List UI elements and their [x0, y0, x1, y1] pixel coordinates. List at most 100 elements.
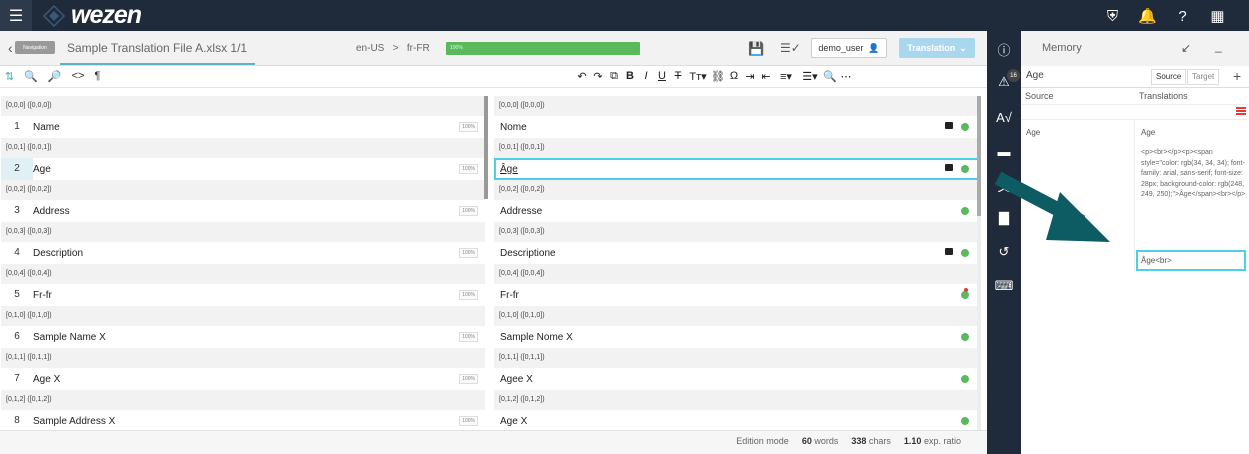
source-segment-row[interactable]: 4 Description 100% — [1, 242, 485, 264]
font-size-icon[interactable]: Tт▾ — [686, 70, 710, 83]
strike-icon[interactable]: T — [670, 70, 686, 83]
more-icon[interactable]: ⋯ — [838, 70, 854, 83]
source-segment-row[interactable]: 3 Address 100% — [1, 200, 485, 222]
target-segment-row[interactable]: Fr-fr — [494, 284, 979, 306]
align-icon[interactable]: ☰▾ — [798, 70, 822, 83]
user-button[interactable]: demo_user 👤 — [811, 38, 887, 58]
code-icon[interactable]: <> — [72, 70, 85, 83]
target-segment-row[interactable]: Âge — [494, 158, 979, 180]
target-segment-row[interactable]: Sample Nome X — [494, 326, 979, 348]
zoom-out-icon[interactable]: 🔎 — [48, 70, 62, 83]
bold-icon[interactable]: B — [622, 70, 638, 83]
target-segment-row[interactable]: Age X — [494, 410, 979, 430]
target-segment-ref: [0,0,0] ([0,0,0]) — [494, 96, 979, 116]
translation-mode-button[interactable]: Translation ⌄ — [899, 38, 975, 58]
italic-icon[interactable]: I — [638, 70, 654, 83]
segment-number: 6 — [14, 331, 20, 342]
target-segment-row[interactable]: Descriptione — [494, 242, 979, 264]
target-lang: fr-FR — [406, 43, 430, 54]
info-icon[interactable]: ⓘ — [996, 41, 1012, 58]
target-text[interactable]: Sample Nome X — [494, 332, 573, 343]
memory-entry-source: Age — [1026, 128, 1041, 137]
source-segment-row[interactable]: 2 Age 100% — [1, 158, 485, 180]
checklist-icon[interactable]: ☰✓ — [780, 41, 801, 55]
zoom-in-icon[interactable]: 🔍 — [24, 70, 38, 83]
hamburger-icon[interactable]: ☰ — [0, 0, 32, 31]
language-pair: en-US > fr-FR — [356, 43, 430, 54]
target-scrollbar-thumb[interactable] — [977, 96, 981, 216]
status-dot-icon — [961, 333, 969, 341]
match-percent-badge: 100% — [459, 122, 478, 132]
source-segment-row[interactable]: 5 Fr-fr 100% — [1, 284, 485, 306]
help-icon[interactable]: ? — [1165, 6, 1200, 26]
status-dot-icon — [961, 375, 969, 383]
segment-number: 8 — [14, 415, 20, 426]
source-segment-row[interactable]: 8 Sample Address X 100% — [1, 410, 485, 430]
source-scrollbar[interactable] — [484, 96, 488, 199]
target-text[interactable]: Nome — [494, 122, 527, 133]
target-segment-row[interactable]: Agee X — [494, 368, 979, 390]
glossary-icon[interactable]: ▬ — [996, 143, 1012, 159]
save-icon[interactable]: 💾 — [748, 41, 764, 57]
navigation-tag[interactable]: Navigation — [15, 41, 55, 54]
target-text[interactable]: Addresse — [494, 206, 542, 217]
indent-icon[interactable]: ⇥ — [742, 70, 758, 83]
target-text[interactable]: Fr-fr — [494, 290, 519, 301]
target-segment-row[interactable]: Nome — [494, 116, 979, 138]
memory-search: Age Source Target + — [1021, 66, 1249, 88]
source-text: Age — [33, 163, 51, 175]
target-segment-ref: [0,0,4] ([0,0,4]) — [494, 264, 979, 284]
arrows-icon[interactable]: ⇅ — [5, 70, 14, 83]
file-title[interactable]: Sample Translation File A.xlsx 1/1 — [67, 41, 247, 55]
target-text[interactable]: Agee X — [494, 374, 533, 385]
translation-mode-label: Translation — [907, 43, 956, 53]
outdent-icon[interactable]: ⇤ — [758, 70, 774, 83]
minimize-icon[interactable]: _ — [1215, 39, 1222, 53]
list-icon[interactable]: ≡▾ — [774, 70, 798, 83]
target-text[interactable]: Age X — [494, 416, 527, 427]
memory-entry-target: Age <p><br></p><p><span style="color: rg… — [1141, 128, 1246, 248]
target-segment-row[interactable]: Addresse — [494, 200, 979, 222]
comment-icon[interactable] — [945, 164, 953, 171]
memory-edit-field[interactable]: Âge<br> — [1136, 250, 1246, 271]
flag-icon — [964, 288, 968, 292]
memory-target-toggle[interactable]: Target — [1187, 69, 1220, 85]
search-icon[interactable]: 🔍 — [822, 70, 838, 83]
warning-count-badge: 16 — [1007, 69, 1020, 82]
comment-icon[interactable] — [945, 122, 953, 129]
chevron-left-icon[interactable]: ‹ — [8, 40, 13, 56]
collapse-icon[interactable]: ↙ — [1181, 41, 1191, 55]
spellcheck-icon[interactable]: A√ — [996, 109, 1012, 125]
memory-source-toggle[interactable]: Source — [1151, 69, 1187, 85]
source-segment-ref: [0,0,0] ([0,0,0]) — [1, 96, 485, 116]
memory-columns: Source Translations — [1021, 88, 1249, 105]
target-text[interactable]: Descriptione — [494, 248, 556, 259]
filter-icon[interactable] — [1236, 107, 1246, 117]
source-segment-row[interactable]: 7 Age X 100% — [1, 368, 485, 390]
comment-icon[interactable] — [945, 248, 953, 255]
target-text[interactable]: Âge — [494, 164, 518, 175]
match-percent-badge: 100% — [459, 416, 478, 426]
add-icon[interactable]: + — [1233, 68, 1241, 84]
target-segment-ref: [0,0,1] ([0,0,1]) — [494, 138, 979, 158]
copy-icon[interactable]: ⧉ — [606, 70, 622, 83]
omega-icon[interactable]: Ω — [726, 70, 742, 83]
lang-arrow: > — [392, 43, 399, 54]
source-segment-row[interactable]: 6 Sample Name X 100% — [1, 326, 485, 348]
grid-icon[interactable]: ▦ — [1200, 6, 1235, 26]
memory-search-input[interactable]: Age — [1026, 70, 1044, 81]
bell-icon[interactable]: 🔔 — [1130, 6, 1165, 26]
status-dot-icon — [961, 165, 969, 173]
pilcrow-icon[interactable]: ¶ — [94, 70, 100, 83]
link-icon[interactable]: ⛓ — [710, 70, 726, 83]
undo-icon[interactable]: ↶ — [574, 70, 590, 83]
source-segment-ref: [0,0,2] ([0,0,2]) — [1, 180, 485, 200]
match-percent-badge: 100% — [459, 206, 478, 216]
source-lang: en-US — [356, 43, 385, 54]
underline-icon[interactable]: U — [654, 70, 670, 83]
source-segment-row[interactable]: 1 Name 100% — [1, 116, 485, 138]
target-segment-ref: [0,1,1] ([0,1,1]) — [494, 348, 979, 368]
keyboard-icon[interactable]: ⌨ — [995, 278, 1014, 294]
shield-icon[interactable]: ⛨ — [1095, 6, 1130, 26]
redo-icon[interactable]: ↷ — [590, 70, 606, 83]
